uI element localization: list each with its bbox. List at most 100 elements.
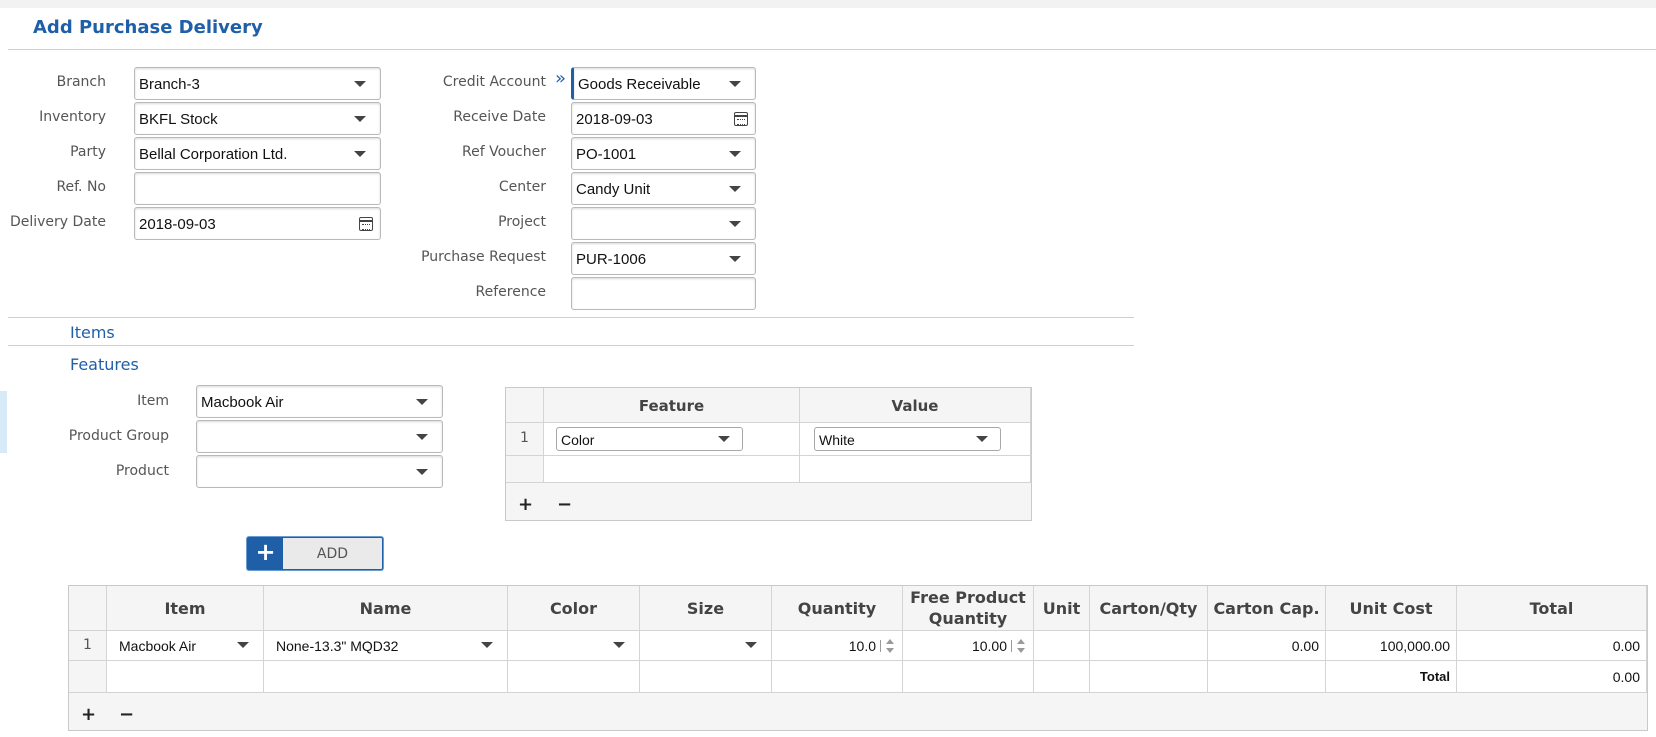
center-select[interactable]: Candy Unit: [571, 172, 756, 205]
calendar-icon[interactable]: [734, 112, 748, 126]
item-value: Macbook Air: [119, 638, 197, 654]
footer-total-label-cell: Total: [1326, 661, 1457, 693]
product-group-select[interactable]: [196, 420, 443, 453]
carton-qty-cell[interactable]: [1090, 631, 1208, 661]
footer-cell: [772, 661, 903, 693]
remove-row-button[interactable]: −: [557, 494, 572, 515]
spinner-divider: [1011, 640, 1012, 652]
empty-row-number: [506, 456, 544, 483]
chevron-down-icon: [613, 642, 625, 648]
item-grid: Item Name Color Size Quantity Free Produ…: [68, 585, 1648, 731]
page-title: Add Purchase Delivery: [33, 17, 263, 38]
inventory-value: BKFL Stock: [139, 111, 218, 128]
reference-label: Reference: [475, 284, 547, 300]
title-divider: [8, 49, 1656, 50]
chevron-down-icon: [416, 434, 428, 440]
reference-input[interactable]: [571, 277, 756, 310]
features-section-title[interactable]: Features: [70, 355, 139, 374]
footer-cell: [508, 661, 640, 693]
add-row-button[interactable]: +: [81, 704, 96, 725]
feature-column-header[interactable]: Feature: [544, 388, 800, 423]
chevron-down-icon: [729, 81, 741, 87]
center-label: Center: [498, 179, 546, 195]
branch-select[interactable]: Branch-3: [134, 67, 381, 100]
branch-label: Branch: [56, 74, 106, 90]
size-column-header[interactable]: Size: [640, 586, 772, 631]
section-divider: [8, 317, 1134, 318]
value-cell: White: [800, 423, 1031, 456]
spinner-icon[interactable]: [886, 639, 894, 653]
chevron-down-icon: [729, 186, 741, 192]
size-cell[interactable]: [640, 631, 772, 661]
name-cell[interactable]: None-13.3" MQD32: [264, 631, 508, 661]
total-cell: 0.00: [1457, 631, 1647, 661]
feature-item-select[interactable]: Macbook Air: [196, 385, 443, 418]
delivery-date-label: Delivery Date: [9, 214, 106, 230]
color-column-header[interactable]: Color: [508, 586, 640, 631]
item-cell[interactable]: Macbook Air: [107, 631, 264, 661]
expand-icon[interactable]: »: [555, 70, 566, 88]
total-column-header[interactable]: Total: [1457, 586, 1647, 631]
total-value: 0.00: [1612, 638, 1640, 654]
receive-date-value: 2018-09-03: [576, 111, 653, 128]
footer-cell: [264, 661, 508, 693]
ref-voucher-select[interactable]: PO-1001: [571, 137, 756, 170]
purchase-request-label: Purchase Request: [421, 249, 546, 265]
name-column-header[interactable]: Name: [264, 586, 508, 631]
chevron-down-icon: [237, 642, 249, 648]
free-quantity-cell[interactable]: 10.00: [903, 631, 1034, 661]
ref-no-input[interactable]: [134, 172, 381, 205]
add-button-label: ADD: [316, 546, 349, 562]
items-section-title[interactable]: Items: [70, 323, 115, 342]
empty-value-cell[interactable]: [800, 456, 1031, 483]
carton-cap-value: 0.00: [1291, 638, 1319, 654]
feature-value: Color: [561, 432, 595, 448]
value-value: White: [819, 432, 855, 448]
footer-total-label: Total: [1419, 669, 1450, 684]
color-cell[interactable]: [508, 631, 640, 661]
center-value: Candy Unit: [576, 181, 651, 198]
carton-cap-cell[interactable]: 0.00: [1208, 631, 1326, 661]
unit-cost-column-header[interactable]: Unit Cost: [1326, 586, 1457, 631]
carton-cap-column-header[interactable]: Carton Cap.: [1208, 586, 1326, 631]
delivery-date-input[interactable]: 2018-09-03: [134, 207, 381, 240]
unit-cost-cell[interactable]: 100,000.00: [1326, 631, 1457, 661]
remove-row-button[interactable]: −: [119, 704, 134, 725]
unit-cost-value: 100,000.00: [1379, 638, 1450, 654]
add-row-button[interactable]: +: [518, 494, 533, 515]
quantity-cell[interactable]: 10.0: [772, 631, 903, 661]
project-select[interactable]: [571, 207, 756, 240]
chevron-down-icon: [729, 151, 741, 157]
item-column-header[interactable]: Item: [107, 586, 264, 631]
spinner-icon[interactable]: [1017, 639, 1025, 653]
product-select[interactable]: [196, 455, 443, 488]
ref-no-label: Ref. No: [56, 179, 106, 195]
chevron-down-icon: [745, 642, 757, 648]
feature-cell: Color: [544, 423, 800, 456]
left-indicator: [0, 391, 7, 453]
credit-account-select[interactable]: Goods Receivable: [571, 67, 756, 100]
row-number: 1: [69, 631, 107, 661]
value-select[interactable]: White: [814, 427, 1001, 451]
purchase-request-value: PUR-1006: [576, 251, 647, 268]
free-quantity-column-header[interactable]: Free Product Quantity: [903, 586, 1034, 631]
feature-select[interactable]: Color: [556, 427, 743, 451]
chevron-down-icon: [354, 116, 366, 122]
footer-total-value: 0.00: [1612, 669, 1640, 685]
calendar-icon[interactable]: [359, 217, 373, 231]
quantity-column-header[interactable]: Quantity: [772, 586, 903, 631]
free-quantity-value: 10.00: [971, 638, 1007, 654]
empty-feature-cell[interactable]: [544, 456, 800, 483]
unit-column-header[interactable]: Unit: [1034, 586, 1090, 631]
product-group-label: Product Group: [68, 428, 169, 444]
receive-date-input[interactable]: 2018-09-03: [571, 102, 756, 135]
carton-qty-column-header[interactable]: Carton/Qty: [1090, 586, 1208, 631]
party-select[interactable]: Bellal Corporation Ltd.: [134, 137, 381, 170]
value-column-header[interactable]: Value: [800, 388, 1031, 423]
party-label: Party: [70, 144, 106, 160]
spinner-divider: [880, 640, 881, 652]
unit-cell[interactable]: [1034, 631, 1090, 661]
inventory-select[interactable]: BKFL Stock: [134, 102, 381, 135]
purchase-request-select[interactable]: PUR-1006: [571, 242, 756, 275]
add-button[interactable]: + ADD: [247, 537, 383, 570]
